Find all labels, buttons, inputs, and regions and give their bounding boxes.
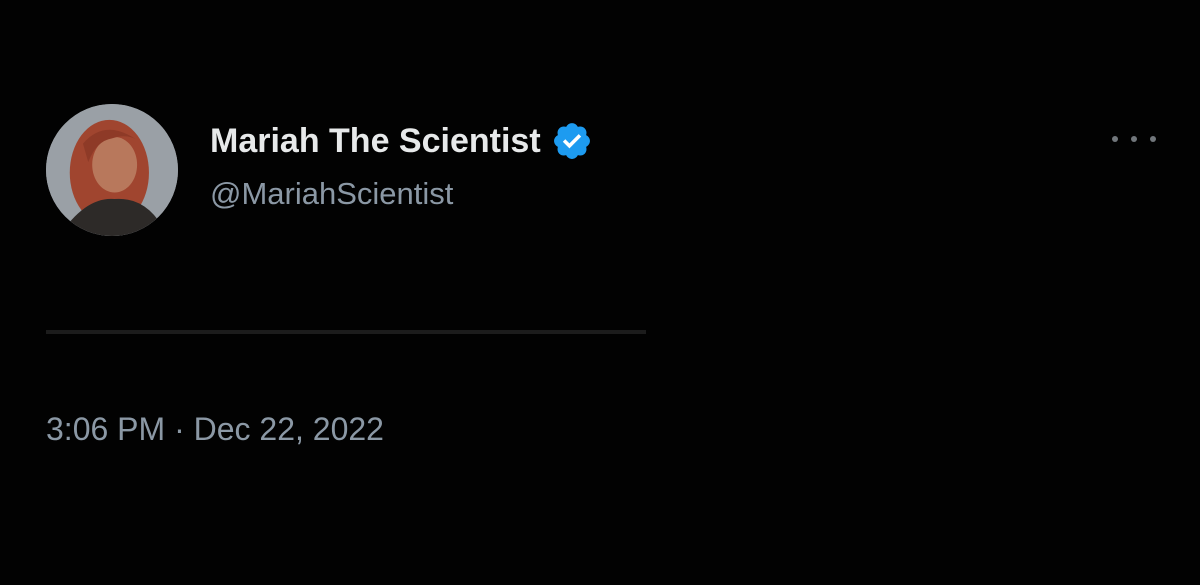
meta-separator: ·	[165, 411, 194, 447]
display-name[interactable]: Mariah The Scientist	[210, 122, 541, 161]
tweet-text-placeholder	[46, 330, 646, 334]
tweet-card: Mariah The Scientist @MariahScientist 3:…	[0, 0, 1200, 585]
more-options-icon[interactable]	[1112, 124, 1156, 154]
verified-badge-icon	[553, 123, 590, 159]
user-handle[interactable]: @MariahScientist	[210, 176, 453, 212]
avatar[interactable]	[46, 104, 178, 236]
tweet-timestamp[interactable]: 3:06 PM · Dec 22, 2022	[46, 411, 384, 448]
profile-photo	[46, 104, 178, 236]
tweet-time: 3:06 PM	[46, 411, 166, 447]
tweet-text	[46, 300, 1146, 358]
tweet-date: Dec 22, 2022	[193, 411, 384, 447]
author-name-row: Mariah The Scientist	[210, 120, 593, 162]
